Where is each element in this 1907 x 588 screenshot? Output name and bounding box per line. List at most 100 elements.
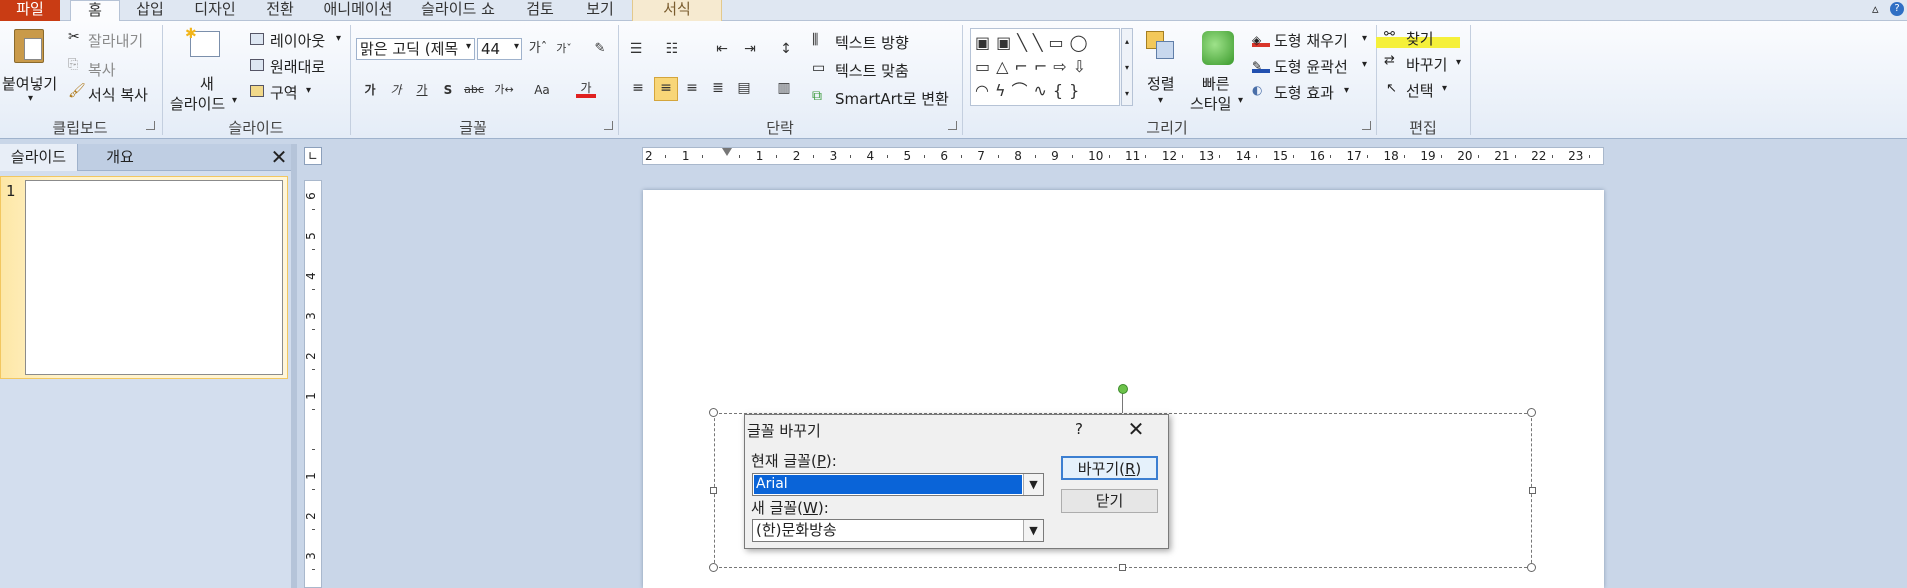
first-line-indent-marker[interactable] <box>722 148 732 156</box>
paste-button[interactable]: 붙여넣기 <box>2 73 57 94</box>
shadow-icon[interactable]: S <box>438 80 458 100</box>
new-font-select[interactable]: (한)문화방송 ▼ <box>752 519 1044 542</box>
tab-file[interactable]: 파일 <box>0 0 60 21</box>
new-slide-button[interactable]: 슬라이드 <box>170 93 225 114</box>
font-launcher-icon[interactable] <box>604 121 613 130</box>
distributed-icon[interactable]: ▤ <box>734 78 754 98</box>
paste-dropdown-icon[interactable]: ▾ <box>28 93 33 104</box>
current-font-select[interactable]: Arial ▼ <box>752 473 1044 496</box>
tab-view[interactable]: 보기 <box>572 0 628 21</box>
new-slide-dropdown-icon[interactable]: ▾ <box>232 95 237 106</box>
bold-icon[interactable]: 가 <box>360 80 380 100</box>
font-color-icon[interactable]: 가 <box>576 78 596 98</box>
align-left-icon[interactable]: ≡ <box>628 78 648 98</box>
select-dropdown-icon[interactable]: ▾ <box>1442 83 1447 94</box>
dialog-help-button[interactable]: ? <box>1075 420 1083 438</box>
tab-transitions[interactable]: 전환 <box>252 0 308 21</box>
slide-thumbnail[interactable] <box>25 180 283 375</box>
resize-handle-top-left[interactable] <box>709 408 718 417</box>
tab-design[interactable]: 디자인 <box>180 0 250 21</box>
format-painter-button[interactable]: 서식 복사 <box>88 84 148 105</box>
help-icon[interactable]: ? <box>1890 2 1904 16</box>
dialog-close-icon[interactable]: ✕ <box>1121 417 1151 441</box>
cut-button[interactable]: 잘라내기 <box>88 30 143 51</box>
current-font-dropdown-icon[interactable]: ▼ <box>1023 474 1043 495</box>
strikethrough-icon[interactable]: abc <box>464 80 484 100</box>
quick-styles-label-1[interactable]: 빠른 <box>1202 73 1230 94</box>
shapes-gallery-icons[interactable]: ▣▣╲╲▭◯ ▭△⌐⌐⇨⇩ ◠ϟ⌒∿{} <box>975 31 1094 103</box>
paragraph-launcher-icon[interactable] <box>948 121 957 130</box>
new-font-dropdown-icon[interactable]: ▼ <box>1023 520 1043 541</box>
arrange-dropdown-icon[interactable]: ▾ <box>1158 95 1163 106</box>
find-button[interactable]: 찾기 <box>1406 28 1434 49</box>
resize-handle-left[interactable] <box>710 487 717 494</box>
char-spacing-icon[interactable]: 가↔ <box>494 80 514 100</box>
grow-font-icon[interactable]: 가ˆ <box>528 39 548 59</box>
tab-outline[interactable]: 개요 <box>79 144 161 171</box>
resize-handle-top-right[interactable] <box>1527 408 1536 417</box>
decrease-indent-icon[interactable]: ⇤ <box>712 39 732 59</box>
vertical-ruler[interactable]: 6 5 4 3 2 1 1 2 3 <box>304 180 322 588</box>
section-button[interactable]: 구역 <box>270 82 298 103</box>
justify-icon[interactable]: ≣ <box>708 78 728 98</box>
clipboard-launcher-icon[interactable] <box>146 121 155 130</box>
tab-stop-selector[interactable]: ∟ <box>304 147 322 165</box>
layout-button[interactable]: 레이아웃 <box>270 30 325 51</box>
italic-icon[interactable]: 가 <box>386 80 406 100</box>
shape-outline-dropdown-icon[interactable]: ▾ <box>1362 59 1367 70</box>
align-center-icon[interactable]: ≡ <box>654 77 678 101</box>
replace-dropdown-icon[interactable]: ▾ <box>1456 57 1461 68</box>
layout-dropdown-icon[interactable]: ▾ <box>336 33 341 44</box>
select-button[interactable]: 선택 <box>1406 80 1434 101</box>
font-name-dropdown-icon[interactable]: ▾ <box>466 41 471 52</box>
smartart-button[interactable]: SmartArt로 변환 <box>835 88 949 109</box>
align-text-button[interactable]: 텍스트 맞춤 <box>835 60 909 81</box>
line-spacing-icon[interactable]: ↕ <box>776 39 796 59</box>
shape-effects-button[interactable]: 도형 효과 <box>1274 82 1334 103</box>
shape-effects-dropdown-icon[interactable]: ▾ <box>1344 85 1349 96</box>
font-size-dropdown-icon[interactable]: ▾ <box>514 41 519 52</box>
shape-fill-button[interactable]: 도형 채우기 <box>1274 30 1348 51</box>
resize-handle-right[interactable] <box>1529 487 1536 494</box>
quick-styles-dropdown-icon[interactable]: ▾ <box>1238 95 1243 106</box>
quick-styles-button[interactable]: 스타일 <box>1190 93 1231 114</box>
close-pane-icon[interactable]: ✕ <box>268 146 290 168</box>
dialog-close-button[interactable]: 닫기 <box>1061 489 1158 513</box>
new-slide-label-1[interactable]: 새 <box>200 73 214 94</box>
shapes-gallery-scroll[interactable]: ▴ ▾ ▾ <box>1121 28 1133 106</box>
increase-indent-icon[interactable]: ⇥ <box>740 39 760 59</box>
tab-review[interactable]: 검토 <box>510 0 570 21</box>
minimize-ribbon-icon[interactable]: ▵ <box>1872 2 1879 17</box>
tab-slideshow[interactable]: 슬라이드 쇼 <box>408 0 508 21</box>
shape-fill-dropdown-icon[interactable]: ▾ <box>1362 33 1367 44</box>
tab-insert[interactable]: 삽입 <box>122 0 178 21</box>
pane-splitter[interactable] <box>291 144 297 588</box>
copy-button[interactable]: 복사 <box>88 59 116 80</box>
shapes-gallery[interactable]: ▣▣╲╲▭◯ ▭△⌐⌐⇨⇩ ◠ϟ⌒∿{} <box>970 28 1120 106</box>
section-dropdown-icon[interactable]: ▾ <box>306 85 311 96</box>
drawing-launcher-icon[interactable] <box>1362 121 1371 130</box>
shape-outline-button[interactable]: 도형 윤곽선 <box>1274 56 1348 77</box>
align-right-icon[interactable]: ≡ <box>682 78 702 98</box>
tab-home[interactable]: 홈 <box>70 0 120 23</box>
replace-font-button[interactable]: 바꾸기(R) <box>1061 456 1158 480</box>
shrink-font-icon[interactable]: 가ˇ <box>554 39 574 59</box>
horizontal-ruler[interactable]: 2 1 1 2 3 4 5 6 7 8 9 10 11 12 13 14 15 16 17 18 19 20 21 22 23 <box>642 147 1604 165</box>
numbering-icon[interactable]: ☷ <box>662 39 682 59</box>
text-direction-button[interactable]: 텍스트 방향 <box>835 32 909 53</box>
replace-button[interactable]: 바꾸기 <box>1406 54 1447 75</box>
tab-format[interactable]: 서식 <box>632 0 722 21</box>
rotation-handle[interactable] <box>1118 384 1128 394</box>
clear-format-icon[interactable]: ✎ <box>590 39 610 59</box>
font-name-combo[interactable]: 맑은 고딕 (제목 <box>356 38 475 60</box>
resize-handle-bottom-right[interactable] <box>1527 563 1536 572</box>
bullets-icon[interactable]: ☰ <box>626 39 646 59</box>
resize-handle-bottom[interactable] <box>1119 564 1126 571</box>
tab-animations[interactable]: 애니메이션 <box>310 0 406 21</box>
arrange-button[interactable]: 정렬 <box>1147 73 1175 94</box>
reset-button[interactable]: 원래대로 <box>270 56 325 77</box>
change-case-icon[interactable]: Aa <box>532 80 552 100</box>
resize-handle-bottom-left[interactable] <box>709 563 718 572</box>
tab-slides[interactable]: 슬라이드 <box>0 144 78 171</box>
columns-icon[interactable]: ▥ <box>774 78 794 98</box>
